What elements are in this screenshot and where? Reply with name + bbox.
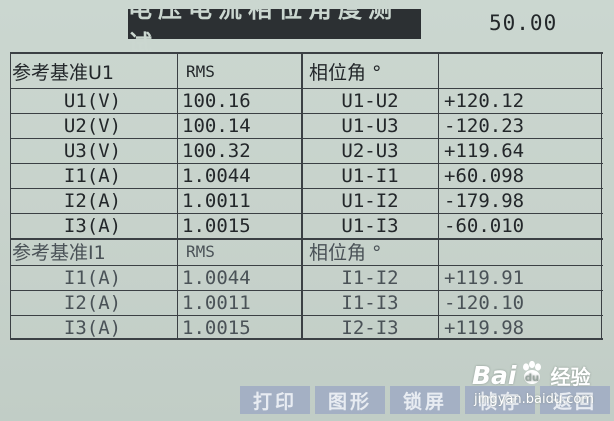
baidu-paw-icon: du (519, 360, 545, 391)
phase-angle-value: -120.10 (444, 291, 525, 314)
phase-pair: U1-I3 (341, 214, 399, 237)
rms-header: RMS (186, 242, 215, 261)
watermark-url: jingyan.baidu.com (474, 392, 594, 407)
lock-screen-button[interactable]: 锁屏 (390, 386, 460, 414)
watermark-jingyan: 经验 (550, 364, 591, 389)
channel-label: U3(V) (63, 139, 122, 162)
frequency-readout: 50.00 (489, 11, 558, 35)
phase-angle-header: 相位角 ° (309, 62, 382, 84)
table-row: I3(A) 1.0015 I2-I3 +119.98 (10, 315, 603, 340)
table-row: U2(V) 100.14 U1-U3 -120.23 (10, 113, 603, 138)
channel-label: I3(A) (63, 214, 122, 237)
section-header-i1: 参考基准I1 RMS 相位角 ° (10, 239, 603, 264)
phase-angle-table: 参考基准U1 RMS 相位角 ° U1(V) 100.16 U1-U2 +120… (10, 52, 603, 340)
rms-value: 1.0011 (182, 189, 251, 212)
baidu-jingyan-watermark: Bai du 经验 jingyan.baidu.com (466, 356, 606, 416)
phase-pair: I1-I3 (341, 291, 399, 314)
reference-label: 参考基准U1 (12, 62, 114, 84)
section-header-u1: 参考基准U1 RMS 相位角 ° (10, 59, 603, 84)
channel-label: I3(A) (63, 316, 122, 339)
channel-label: U2(V) (63, 114, 122, 137)
rms-value: 1.0011 (182, 291, 251, 314)
phase-angle-value: +60.098 (444, 164, 525, 187)
phase-pair: U1-I2 (341, 189, 399, 212)
page-title: 电压电流相位角度测试 (128, 0, 421, 58)
rms-value: 1.0044 (182, 266, 251, 289)
phase-pair: U1-U3 (341, 114, 399, 137)
phase-angle-value: +119.91 (444, 266, 525, 289)
channel-label: I2(A) (63, 291, 122, 314)
graph-button[interactable]: 图形 (315, 386, 385, 414)
table-row: U1(V) 100.16 U1-U2 +120.12 (10, 88, 603, 113)
phase-pair: I2-I3 (341, 316, 399, 339)
table-row: I1(A) 1.0044 I1-I2 +119.91 (10, 265, 603, 290)
rms-value: 1.0044 (182, 164, 251, 187)
table-row: I2(A) 1.0011 I1-I3 -120.10 (10, 290, 603, 315)
watermark-brand: Bai (472, 360, 517, 390)
phase-angle-value: +119.64 (444, 139, 525, 162)
table-row: I2(A) 1.0011 U1-I2 -179.98 (10, 188, 603, 213)
phase-pair: U1-U2 (341, 89, 399, 112)
phase-value-header (440, 239, 604, 264)
phase-pair: I1-I2 (341, 266, 399, 289)
phase-angle-value: +119.98 (444, 316, 525, 339)
watermark-logo: Bai du 经验 (472, 356, 591, 394)
phase-angle-value: -120.23 (444, 114, 525, 137)
phase-pair: U1-I1 (341, 164, 399, 187)
rms-value: 100.16 (182, 89, 251, 112)
channel-label: I2(A) (63, 189, 122, 212)
rms-value: 1.0015 (182, 316, 251, 339)
table-row: U3(V) 100.32 U2-U3 +119.64 (10, 138, 603, 163)
phase-angle-value: -179.98 (444, 189, 525, 212)
table-row: I1(A) 1.0044 U1-I1 +60.098 (10, 163, 603, 188)
rms-value: 1.0015 (182, 214, 251, 237)
phase-pair: U2-U3 (341, 139, 399, 162)
print-button[interactable]: 打印 (240, 386, 310, 414)
instrument-screen: 电压电流相位角度测试 50.00 参考基准U1 RMS 相位角 ° U1(V) … (0, 0, 614, 421)
phase-value-header (440, 59, 604, 84)
rms-value: 100.14 (182, 114, 251, 137)
table-row: I3(A) 1.0015 U1-I3 -60.010 (10, 213, 603, 238)
phase-angle-value: +120.12 (444, 89, 525, 112)
rms-header: RMS (186, 62, 215, 81)
rms-value: 100.32 (182, 139, 251, 162)
svg-text:du: du (524, 373, 538, 384)
channel-label: I1(A) (63, 164, 122, 187)
channel-label: U1(V) (63, 89, 122, 112)
channel-label: I1(A) (63, 266, 122, 289)
reference-label: 参考基准I1 (12, 242, 106, 264)
phase-angle-value: -60.010 (444, 214, 525, 237)
phase-angle-header: 相位角 ° (309, 242, 382, 264)
